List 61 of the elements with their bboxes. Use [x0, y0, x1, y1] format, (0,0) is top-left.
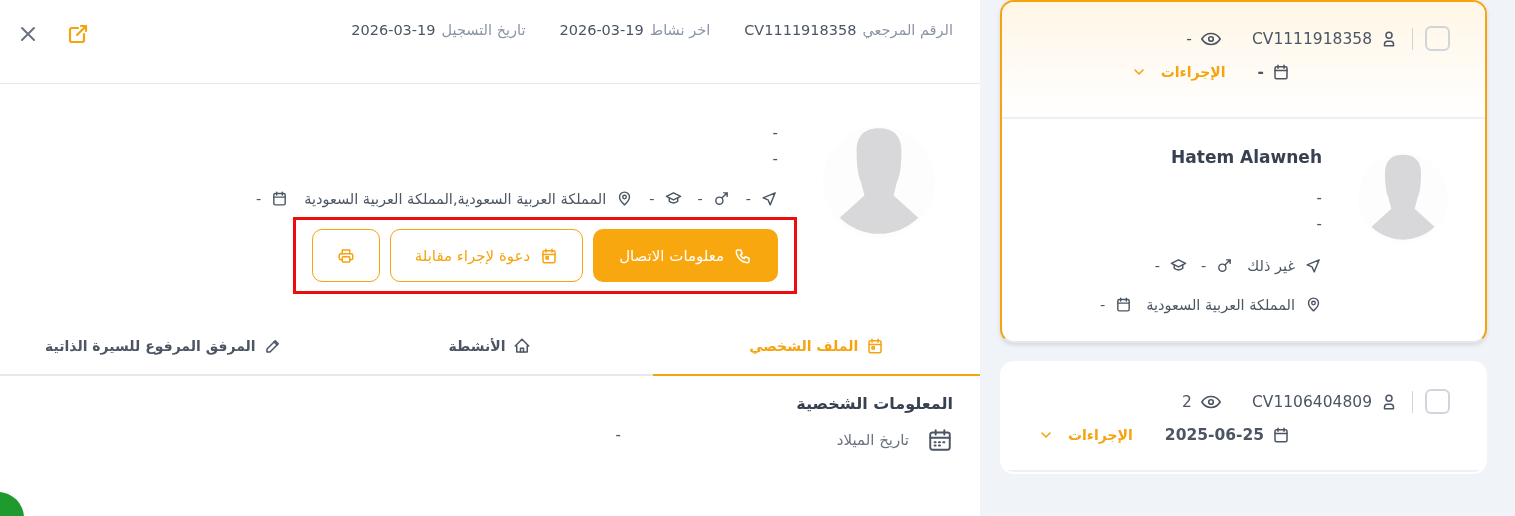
home-icon	[513, 337, 532, 355]
graduation-cap-icon	[664, 190, 682, 207]
candidate-fact: -	[1201, 257, 1207, 274]
male-icon	[1216, 257, 1234, 274]
interview-invite-button[interactable]: دعوة لإجراء مقابلة	[389, 229, 584, 282]
send-icon	[761, 190, 778, 207]
calendar-icon	[866, 337, 885, 355]
field-label: تاريخ الميلاد	[835, 431, 909, 449]
calendar-icon	[1115, 296, 1133, 313]
calendar-icon	[927, 427, 953, 453]
external-link-icon	[66, 22, 90, 46]
profile-text: -	[772, 149, 778, 170]
profile-fact: -	[745, 190, 751, 207]
field-label: تاريخ التسجيل	[441, 22, 526, 38]
phone-icon	[734, 246, 752, 265]
open-external-button[interactable]	[66, 22, 90, 46]
profile-text: -	[772, 123, 778, 144]
location-pin-icon	[1305, 296, 1322, 313]
field-value: CV1111918358	[744, 22, 857, 38]
checkbox[interactable]	[1425, 389, 1450, 414]
field-label: الرقم المرجعي	[862, 22, 953, 38]
view-count: -	[1186, 29, 1192, 48]
reference-number: CV1106404809	[1251, 392, 1372, 411]
date-text: -	[1257, 63, 1264, 81]
profile-fact: -	[255, 190, 262, 207]
candidate-text: -	[1316, 214, 1322, 235]
field-label: اخر نشاط	[649, 22, 711, 38]
calendar-icon	[271, 190, 289, 207]
tab[interactable]: الأنشطة	[326, 318, 654, 376]
candidate-fact: المملكة العربية السعودية	[1146, 296, 1295, 313]
candidate-fact: -	[1100, 296, 1106, 313]
candidate-fact: غير ذلك	[1247, 257, 1295, 274]
graduation-cap-icon	[1170, 257, 1188, 274]
date-text: 2025-06-25	[1164, 426, 1264, 444]
field-value: 2026-03-19	[351, 22, 436, 38]
candidate-text: -	[1316, 188, 1322, 209]
calendar-icon	[1272, 426, 1290, 444]
male-icon	[712, 190, 730, 207]
field-value: -	[615, 426, 621, 444]
contact-info-button[interactable]: معلومات الاتصال	[593, 229, 778, 282]
candidate-fact: -	[1154, 257, 1161, 274]
checkbox[interactable]	[1425, 26, 1450, 51]
profile-fact: المملكة العربية السعودية,المملكة العربية السعودية	[304, 190, 607, 207]
print-button[interactable]	[311, 229, 380, 282]
floating-action-button[interactable]	[0, 492, 24, 516]
candidate-name: Hatem Alawneh	[1171, 147, 1322, 167]
view-count: 2	[1182, 392, 1192, 411]
reference-number: CV1111918358	[1251, 29, 1372, 48]
pencil-icon	[263, 337, 282, 355]
profile-fact: -	[697, 190, 703, 207]
tab[interactable]: المرفق المرفوع للسيرة الذاتية	[0, 318, 327, 376]
actions-dropdown[interactable]: الإجراءات	[1130, 64, 1226, 80]
calendar-icon	[1272, 63, 1290, 81]
printer-icon	[336, 246, 355, 265]
calendar-icon	[540, 246, 559, 265]
tab[interactable]: الملف الشخصي	[653, 318, 980, 376]
actions-dropdown[interactable]: الإجراءات	[1038, 427, 1133, 443]
field-value: 2026-03-19	[559, 22, 644, 38]
send-icon	[1305, 257, 1322, 274]
section-title: المعلومات الشخصية	[795, 394, 953, 413]
profile-fact: -	[649, 190, 655, 207]
